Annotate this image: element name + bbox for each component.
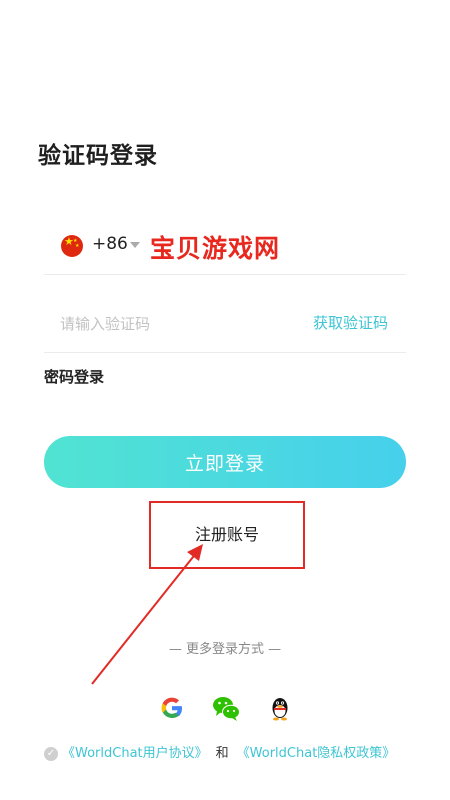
register-button[interactable]: 注册账号	[151, 521, 303, 545]
user-agreement-link[interactable]: 《WorldChat用户协议》	[62, 746, 208, 761]
chevron-down-icon[interactable]	[130, 242, 140, 248]
annotation-arrow	[91, 544, 203, 685]
check-circle-icon[interactable]: ✓	[44, 746, 58, 761]
verification-code-input[interactable]	[58, 310, 282, 338]
country-code[interactable]: +86	[92, 234, 128, 254]
agreement-and-text: 和	[215, 746, 229, 761]
get-code-button[interactable]: 获取验证码	[313, 312, 388, 333]
watermark-text: 宝贝游戏网	[150, 234, 281, 263]
phone-row: ★ ★ ★ +86 宝贝游戏网	[44, 218, 406, 275]
password-login-link[interactable]: 密码登录	[44, 366, 104, 387]
register-highlight-box: 注册账号	[149, 501, 305, 569]
wechat-icon[interactable]	[211, 694, 241, 722]
more-login-methods-label: — 更多登录方式 —	[168, 642, 282, 657]
login-button[interactable]: 立即登录	[44, 436, 406, 488]
privacy-policy-link[interactable]: 《WorldChat隐私权政策》	[237, 746, 396, 761]
google-icon[interactable]	[158, 694, 186, 722]
china-flag-icon[interactable]: ★ ★ ★	[61, 235, 83, 257]
page-title: 验证码登录	[38, 143, 158, 169]
agreement-row: ✓ 《WorldChat用户协议》和《WorldChat隐私权政策》	[44, 742, 424, 761]
verification-row: 获取验证码	[44, 296, 406, 353]
qq-icon[interactable]	[266, 694, 294, 722]
